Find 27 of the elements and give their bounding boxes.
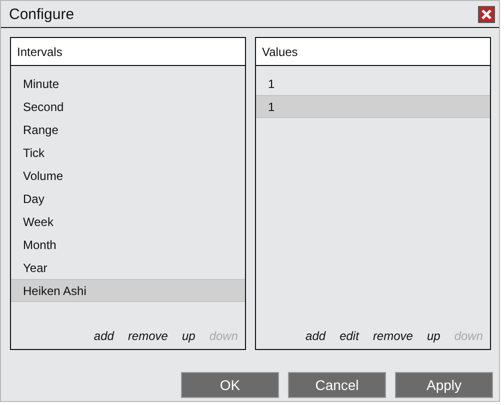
list-item[interactable]: Day	[11, 187, 245, 210]
action-link[interactable]: up	[426, 329, 440, 343]
list-item[interactable]: Minute	[11, 72, 245, 95]
list-item[interactable]: Year	[11, 256, 245, 279]
list-item[interactable]: Heiken Ashi	[11, 279, 245, 302]
list-item[interactable]: 1	[256, 95, 490, 118]
close-icon	[481, 8, 492, 20]
action-link[interactable]: up	[182, 329, 196, 343]
close-button[interactable]	[478, 6, 495, 22]
dialog-button[interactable]: Cancel	[288, 372, 386, 398]
action-link[interactable]: add	[306, 329, 326, 343]
dialog-button[interactable]: Apply	[395, 372, 493, 398]
list-item[interactable]: Month	[11, 233, 245, 256]
action-link[interactable]: remove	[128, 329, 168, 343]
action-link[interactable]: remove	[372, 329, 413, 343]
dialog-button[interactable]: OK	[181, 372, 279, 398]
action-link[interactable]: add	[94, 329, 114, 343]
list-item[interactable]: Volume	[11, 164, 245, 187]
list-item[interactable]: Week	[11, 210, 245, 233]
list-item[interactable]: Second	[11, 95, 245, 118]
list-item[interactable]: 1	[256, 72, 490, 95]
window-title: Configure	[9, 6, 74, 22]
list-item[interactable]: Range	[11, 118, 245, 141]
panel-header: Values	[256, 38, 490, 66]
list-item[interactable]: Tick	[11, 141, 245, 164]
action-link[interactable]: edit	[340, 329, 359, 343]
panel-header: Intervals	[11, 38, 245, 66]
